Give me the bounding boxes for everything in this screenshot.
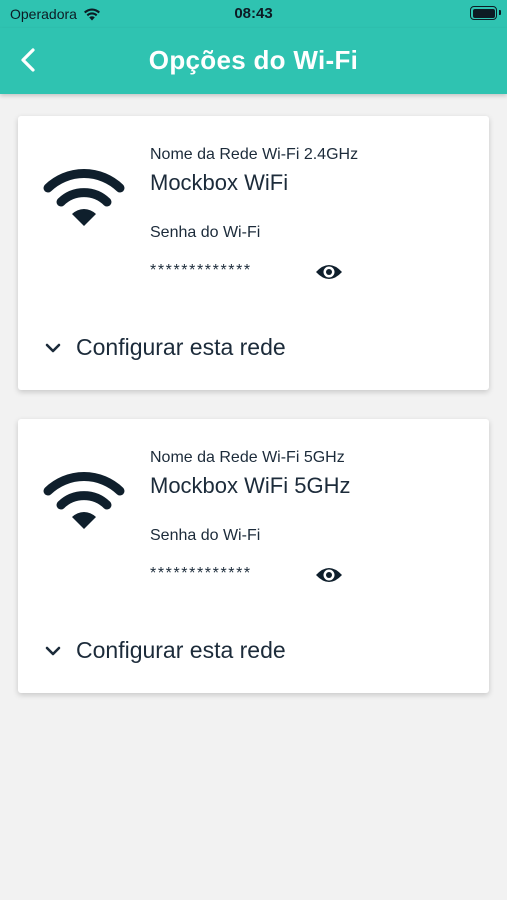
configure-network-toggle[interactable]: Configurar esta rede [44, 637, 286, 664]
configure-network-label: Configurar esta rede [76, 637, 286, 663]
network-name: Mockbox WiFi [150, 170, 289, 195]
network-card-5ghz: Nome da Rede Wi-Fi 5GHz Mockbox WiFi 5GH… [18, 419, 489, 693]
eye-icon[interactable] [314, 260, 344, 284]
wifi-icon [43, 169, 125, 226]
wifi-icon [43, 472, 125, 529]
password-label: Senha do Wi-Fi [150, 527, 261, 544]
password-value: ************* [150, 565, 252, 582]
chevron-down-icon [45, 343, 61, 352]
network-name-label: Nome da Rede Wi-Fi 2.4GHz [150, 146, 359, 163]
network-card-2-4ghz: Nome da Rede Wi-Fi 2.4GHz Mockbox WiFi S… [18, 116, 489, 390]
configure-network-toggle[interactable]: Configurar esta rede [44, 334, 286, 361]
battery-icon [470, 6, 501, 20]
network-name: Mockbox WiFi 5GHz [150, 473, 351, 498]
status-time: 08:43 [234, 5, 273, 22]
status-bar: Operadora 08:43 [0, 0, 507, 28]
navigation-bar: Opções do Wi-Fi [0, 28, 507, 94]
chevron-down-icon [45, 646, 61, 655]
password-value: ************* [150, 262, 252, 279]
configure-network-label: Configurar esta rede [76, 334, 286, 360]
network-name-label: Nome da Rede Wi-Fi 5GHz [150, 449, 345, 466]
password-label: Senha do Wi-Fi [150, 224, 261, 241]
eye-icon[interactable] [314, 563, 344, 587]
page-title: Opções do Wi-Fi [148, 45, 359, 75]
